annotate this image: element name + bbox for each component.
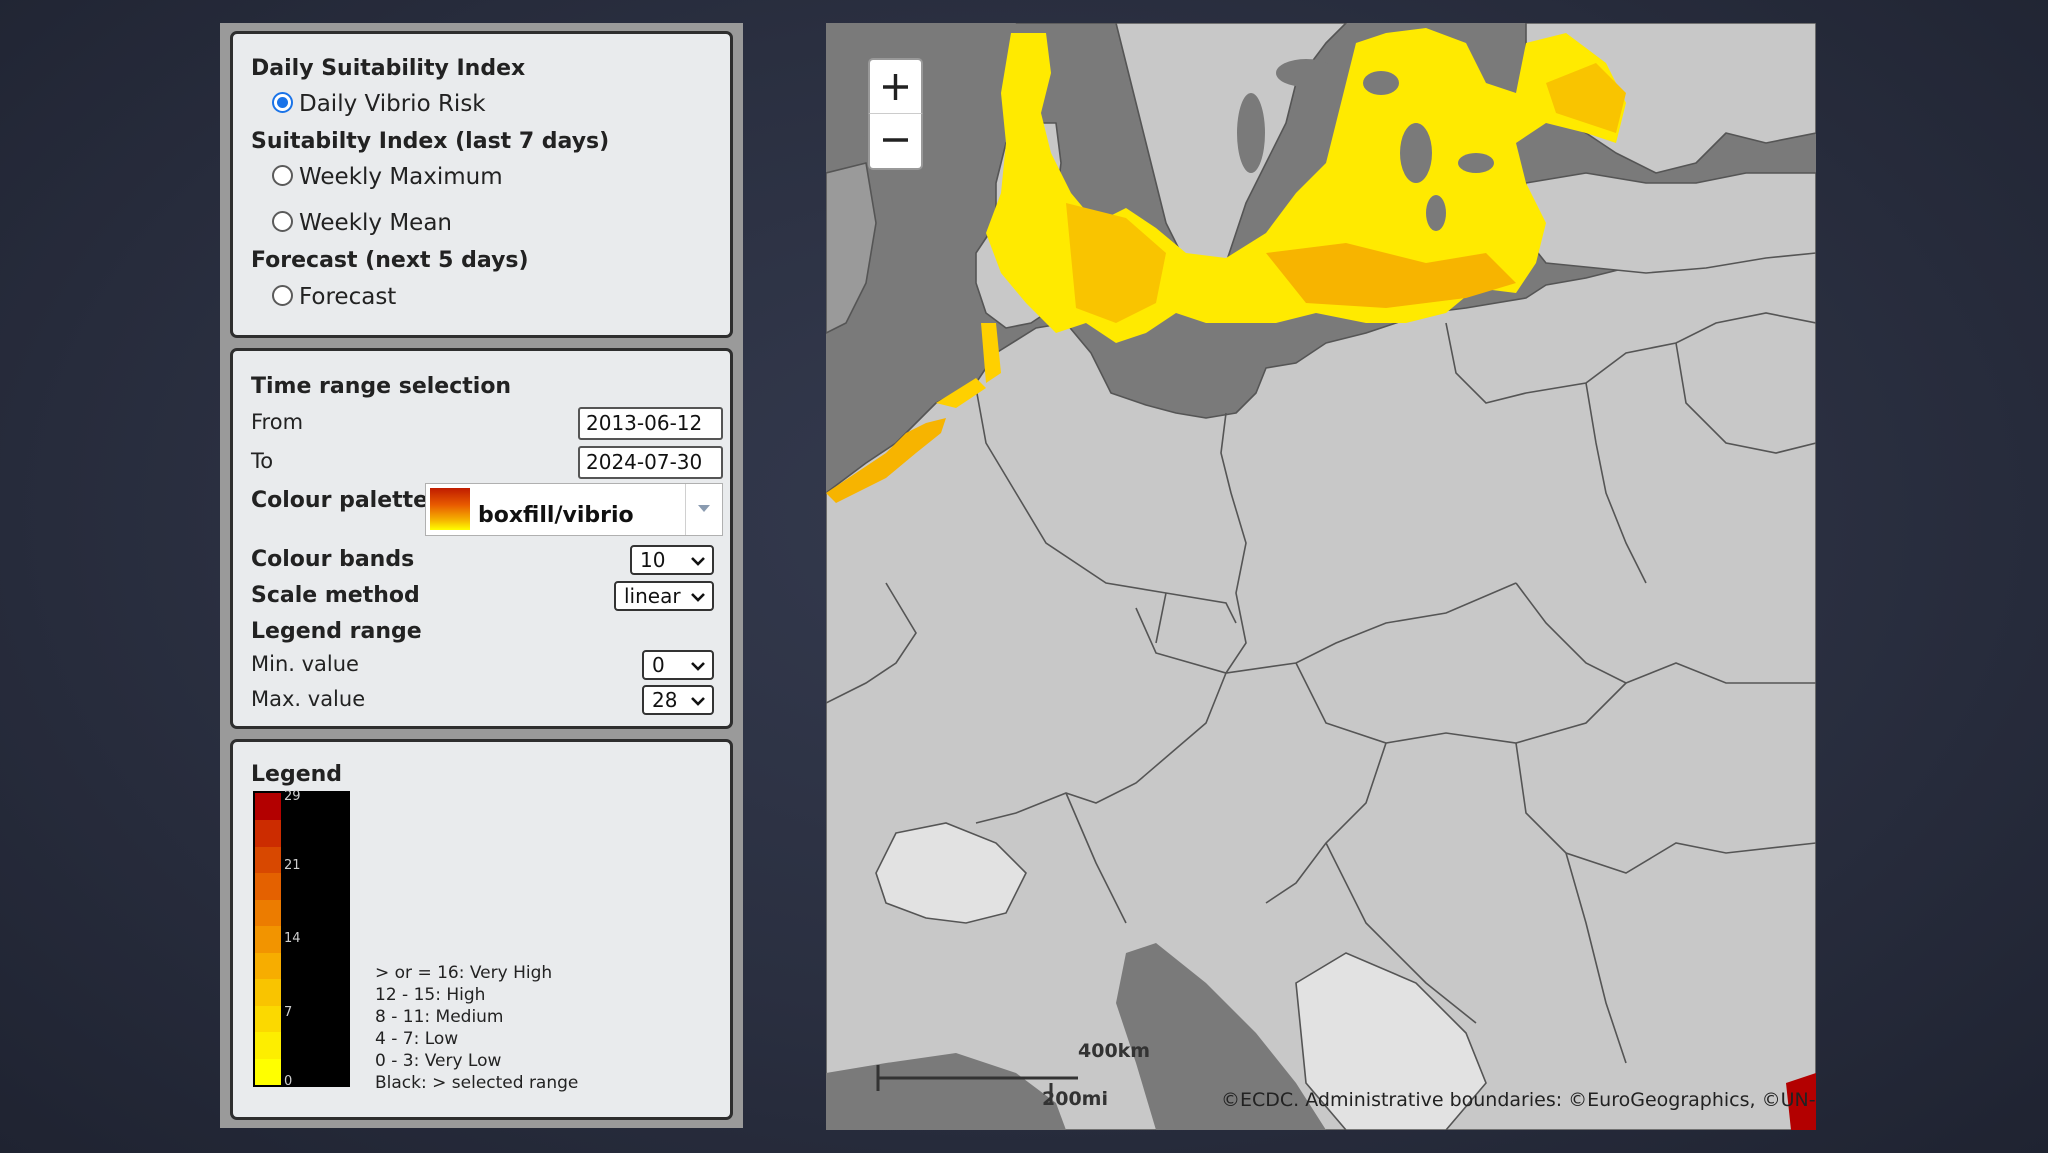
legend-band (255, 1031, 281, 1059)
daily-heading: Daily Suitability Index (251, 56, 526, 81)
legend-band (255, 793, 281, 820)
legend-tick: 21 (284, 858, 301, 873)
chevron-down-icon (691, 662, 705, 671)
colour-palette-select[interactable]: boxfill/vibrio (425, 483, 723, 536)
legend-title: Legend (251, 762, 343, 787)
layer-selection-box: Daily Suitability Index Daily Vibrio Ris… (230, 31, 733, 338)
min-value-label: Min. value (251, 652, 359, 676)
from-label: From (251, 410, 304, 434)
settings-box: Time range selection From 2013-06-12 To … (230, 348, 733, 729)
legend-band (255, 1058, 281, 1086)
legend-band (255, 846, 281, 874)
legend-tick: 7 (284, 1005, 293, 1020)
weekly-mean-label[interactable]: Weekly Mean (299, 210, 452, 236)
scale-km-label: 400km (1078, 1040, 1151, 1062)
chevron-down-icon[interactable] (685, 484, 722, 535)
legend-tick: 0 (284, 1074, 293, 1089)
legend-range-heading: Legend range (251, 619, 422, 644)
legend-class-line: 0 - 3: Very Low (375, 1051, 502, 1071)
legend-band (255, 819, 281, 847)
chevron-down-icon (691, 557, 705, 566)
legend-band (255, 978, 281, 1006)
max-value: 28 (652, 688, 678, 712)
legend-color-bar: 29 21 14 7 0 (253, 789, 350, 1089)
weekly-maximum-radio[interactable] (272, 165, 293, 186)
colour-bands-value: 10 (640, 548, 666, 572)
to-date-input[interactable]: 2024-07-30 (578, 446, 723, 479)
min-value: 0 (652, 653, 665, 677)
legend-band (255, 925, 281, 953)
zoom-in-button[interactable] (868, 58, 923, 114)
time-range-heading: Time range selection (251, 374, 512, 399)
from-date-input[interactable]: 2013-06-12 (578, 407, 723, 440)
forecast-label[interactable]: Forecast (299, 284, 396, 310)
scale-method-value: linear (624, 584, 681, 608)
forecast-heading: Forecast (next 5 days) (251, 248, 529, 273)
colour-palette-label: Colour palette (251, 488, 429, 513)
legend-class-line: Black: > selected range (375, 1073, 579, 1093)
plus-icon (883, 74, 908, 100)
legend-band (255, 952, 281, 980)
colour-bands-select[interactable]: 10 (630, 545, 714, 575)
minus-icon (883, 138, 908, 142)
min-value-select[interactable]: 0 (642, 650, 714, 680)
weekly-heading: Suitabilty Index (last 7 days) (251, 129, 610, 154)
chevron-down-icon (691, 697, 705, 706)
legend-box: Legend 29 21 14 7 0 > or = 16: Very High… (230, 739, 733, 1120)
legend-class-line: 12 - 15: High (375, 985, 486, 1005)
control-panel: Daily Suitability Index Daily Vibrio Ris… (220, 23, 743, 1128)
map-view[interactable]: 400km 200mi ©ECDC. Administrative bounda… (826, 23, 1816, 1130)
daily-vibrio-risk-label[interactable]: Daily Vibrio Risk (299, 91, 486, 117)
zoom-out-button[interactable] (868, 114, 923, 170)
legend-band (255, 899, 281, 927)
scale-mi-label: 200mi (1042, 1088, 1108, 1110)
to-label: To (251, 449, 274, 473)
legend-class-line: 8 - 11: Medium (375, 1007, 504, 1027)
legend-class-line: > or = 16: Very High (375, 963, 553, 983)
forecast-radio[interactable] (272, 285, 293, 306)
chevron-down-icon (691, 593, 705, 602)
max-value-label: Max. value (251, 687, 366, 711)
map-canvas[interactable] (826, 23, 1816, 1130)
max-value-select[interactable]: 28 (642, 685, 714, 715)
map-attribution[interactable]: ©ECDC. Administrative boundaries: ©EuroG… (1221, 1089, 1816, 1111)
palette-swatch (430, 488, 470, 530)
legend-band (255, 872, 281, 900)
weekly-mean-radio[interactable] (272, 211, 293, 232)
colour-bands-label: Colour bands (251, 547, 415, 572)
palette-name: boxfill/vibrio (478, 503, 634, 528)
weekly-maximum-label[interactable]: Weekly Maximum (299, 164, 503, 190)
legend-band (255, 1005, 281, 1033)
legend-class-line: 4 - 7: Low (375, 1029, 459, 1049)
daily-vibrio-risk-radio[interactable] (272, 92, 293, 113)
legend-tick: 14 (284, 931, 301, 946)
legend-tick: 29 (284, 789, 301, 804)
scale-method-label: Scale method (251, 583, 420, 608)
scale-method-select[interactable]: linear (614, 581, 714, 611)
